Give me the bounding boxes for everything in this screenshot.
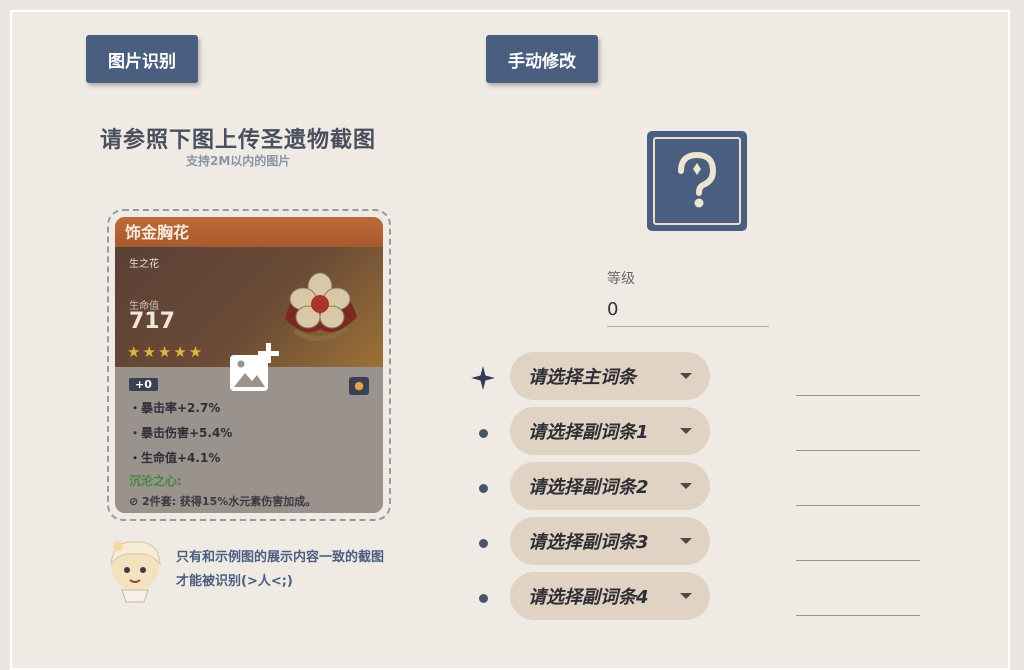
sub-stat-select-label: 请选择副词条1 — [528, 422, 649, 443]
sub-stat-select-2[interactable]: 请选择副词条2 — [510, 462, 710, 510]
sub-stat-select-3[interactable]: 请选择副词条3 — [510, 517, 710, 565]
paimon-avatar — [110, 541, 161, 603]
upload-title: 请参照下图上传圣遗物截图 — [100, 128, 377, 153]
level-label: 等级 — [607, 271, 635, 287]
main-stat-value: 717 — [129, 309, 175, 334]
example-artifact-card: 饰金胸花 生之花 生命值 717 ★★★★★ +0 ● ・暴击率+2.7% ・暴… — [115, 217, 383, 513]
rarity-stars: ★★★★★ — [127, 343, 205, 361]
question-mark-icon — [678, 151, 717, 208]
upload-dropzone[interactable]: 饰金胸花 生之花 生命值 717 ★★★★★ +0 ● ・暴击率+2.7% ・暴… — [107, 209, 391, 521]
sub-stat-row: 请选择副词条3 — [470, 517, 930, 567]
add-image-icon — [230, 343, 279, 391]
tab-image-recognition[interactable]: 图片识别 — [86, 35, 198, 83]
sub-stat-row: 请选择副词条1 — [470, 407, 930, 457]
sub-stat-select-label: 请选择副词条2 — [528, 477, 649, 498]
main-stat-value-field[interactable] — [796, 394, 920, 396]
bullet-icon — [470, 420, 496, 446]
chevron-down-icon — [680, 373, 692, 379]
main-stat-select[interactable]: 请选择主词条 — [510, 352, 710, 400]
artifact-level: +0 — [129, 378, 158, 391]
note-line-2: 才能被识别(>人<;) — [176, 574, 293, 589]
substat-line: ・暴击伤害+5.4% — [129, 426, 233, 440]
bullet-icon — [470, 585, 496, 611]
sub-stat-select-1[interactable]: 请选择副词条1 — [510, 407, 710, 455]
note-line-1: 只有和示例图的展示内容一致的截图 — [176, 550, 385, 565]
sub-stat-select-4[interactable]: 请选择副词条4 — [510, 572, 710, 620]
main-stat-star-icon — [470, 365, 496, 391]
artifact-name: 饰金胸花 — [115, 217, 383, 247]
upload-subtitle: 支持2M以内的图片 — [186, 154, 291, 168]
substat-line: ・暴击率+2.7% — [129, 401, 221, 415]
artifact-type: 生之花 — [129, 259, 159, 270]
substat-line: ・生命值+4.1% — [129, 451, 221, 465]
sub-stat-select-label: 请选择副词条3 — [528, 532, 649, 553]
set-effect: ⊘ 2件套: 获得15%水元素伤害加成。 — [129, 495, 317, 508]
bullet-icon — [470, 530, 496, 556]
main-stat-row: 请选择主词条 — [470, 352, 930, 402]
artifact-slot-frame — [653, 137, 741, 225]
chevron-down-icon — [680, 428, 692, 434]
select-artifact-slot-button[interactable] — [647, 131, 747, 231]
sub-stat-value-field[interactable] — [796, 614, 920, 616]
main-stat-select-label: 请选择主词条 — [528, 367, 636, 388]
chevron-down-icon — [680, 593, 692, 599]
lock-icon: ● — [349, 377, 369, 395]
chevron-down-icon — [680, 538, 692, 544]
flower-artifact-icon — [285, 272, 357, 341]
sub-stat-select-label: 请选择副词条4 — [528, 587, 649, 608]
sub-stat-row: 请选择副词条2 — [470, 462, 930, 512]
chevron-down-icon — [680, 483, 692, 489]
set-name: 沉沦之心: — [129, 474, 182, 488]
sub-stat-value-field[interactable] — [796, 504, 920, 506]
sub-stat-value-field[interactable] — [796, 559, 920, 561]
sub-stat-value-field[interactable] — [796, 449, 920, 451]
sub-stat-row: 请选择副词条4 — [470, 572, 930, 622]
bullet-icon — [470, 475, 496, 501]
tab-manual-edit[interactable]: 手动修改 — [486, 35, 598, 83]
level-input[interactable] — [607, 292, 769, 327]
upload-note: 只有和示例图的展示内容一致的截图 才能被识别(>人<;) — [176, 546, 384, 594]
